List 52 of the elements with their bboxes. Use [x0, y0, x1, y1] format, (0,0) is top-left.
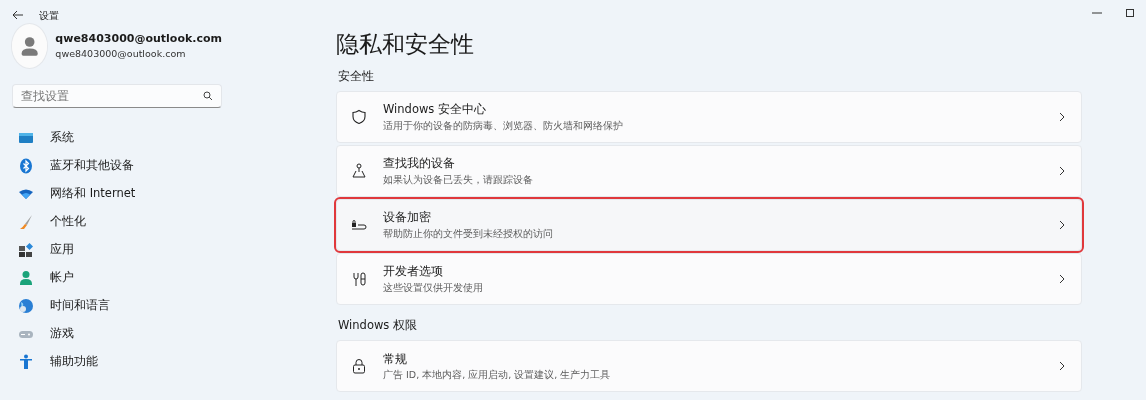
shield-icon	[351, 109, 367, 126]
chevron-icon	[1057, 274, 1067, 285]
sidebar-item[interactable]: 个性化	[12, 208, 222, 236]
card-title: 开发者选项	[383, 263, 444, 281]
card-title: 常规	[383, 350, 408, 368]
window-title: 设置	[39, 8, 59, 23]
minimize-icon[interactable]	[1092, 11, 1102, 14]
settings-card[interactable]: 开发者选项 这些设置仅供开发使用	[336, 253, 1082, 306]
section-heading: Windows 权限	[338, 317, 418, 335]
maximize-icon[interactable]	[1126, 8, 1134, 17]
person-pin-icon	[351, 163, 367, 180]
bluetooth-icon	[18, 158, 34, 174]
monitor-icon	[18, 130, 34, 146]
card-title: 设备加密	[383, 209, 432, 227]
sidebar-item[interactable]: 网络和 Internet	[12, 180, 222, 208]
search-icon[interactable]	[203, 91, 213, 101]
chevron-icon	[1057, 220, 1067, 231]
back-icon[interactable]	[12, 10, 23, 20]
chevron-icon	[1057, 166, 1067, 177]
chevron-icon	[1057, 361, 1067, 372]
sidebar-item[interactable]: 蓝牙和其他设备	[12, 152, 222, 180]
sidebar-item[interactable]: 游戏	[12, 320, 222, 348]
account-email: qwe8403000@outlook.com	[55, 47, 187, 62]
card-subtitle: 适用于你的设备的防病毒、浏览器、防火墙和网络保护	[383, 118, 624, 133]
brush-icon	[18, 214, 34, 230]
card-subtitle: 这些设置仅供开发使用	[383, 280, 484, 295]
card-subtitle: 帮助防止你的文件受到未经授权的访问	[383, 226, 554, 241]
card-title: Windows 安全中心	[383, 101, 487, 119]
settings-card[interactable]: 设备加密 帮助防止你的文件受到未经授权的访问	[336, 199, 1082, 252]
sidebar-item[interactable]: 应用	[12, 236, 222, 264]
settings-card[interactable]: 常规 广告 ID, 本地内容, 应用启动, 设置建议, 生产力工具	[336, 340, 1082, 393]
sidebar-item[interactable]: 时间和语言	[12, 292, 222, 320]
sidebar-item[interactable]: 系统	[12, 124, 222, 152]
sidebar-item[interactable]: 帐户	[12, 264, 222, 292]
apps-icon	[18, 242, 34, 258]
account-name: qwe8403000@outlook.com	[55, 30, 222, 47]
settings-card[interactable]: 查找我的设备 如果认为设备已丢失，请跟踪设备	[336, 145, 1082, 198]
lock-icon	[351, 358, 367, 375]
search-field[interactable]: 查找设置	[12, 84, 222, 108]
page-title: 隐私和安全性	[336, 30, 475, 59]
avatar-icon	[12, 24, 48, 68]
card-subtitle: 如果认为设备已丢失，请跟踪设备	[383, 172, 534, 187]
tools-icon	[351, 271, 367, 288]
chevron-icon	[1057, 112, 1067, 123]
globe-icon	[18, 298, 34, 314]
sidebar-item[interactable]: 辅助功能	[12, 348, 222, 376]
person-icon	[18, 270, 34, 286]
card-subtitle: 广告 ID, 本地内容, 应用启动, 设置建议, 生产力工具	[383, 367, 612, 382]
card-title: 查找我的设备	[383, 155, 456, 173]
section-heading: 安全性	[338, 67, 375, 85]
settings-card[interactable]: Windows 安全中心 适用于你的设备的防病毒、浏览器、防火墙和网络保护	[336, 91, 1082, 144]
accessibility-icon	[18, 354, 34, 370]
